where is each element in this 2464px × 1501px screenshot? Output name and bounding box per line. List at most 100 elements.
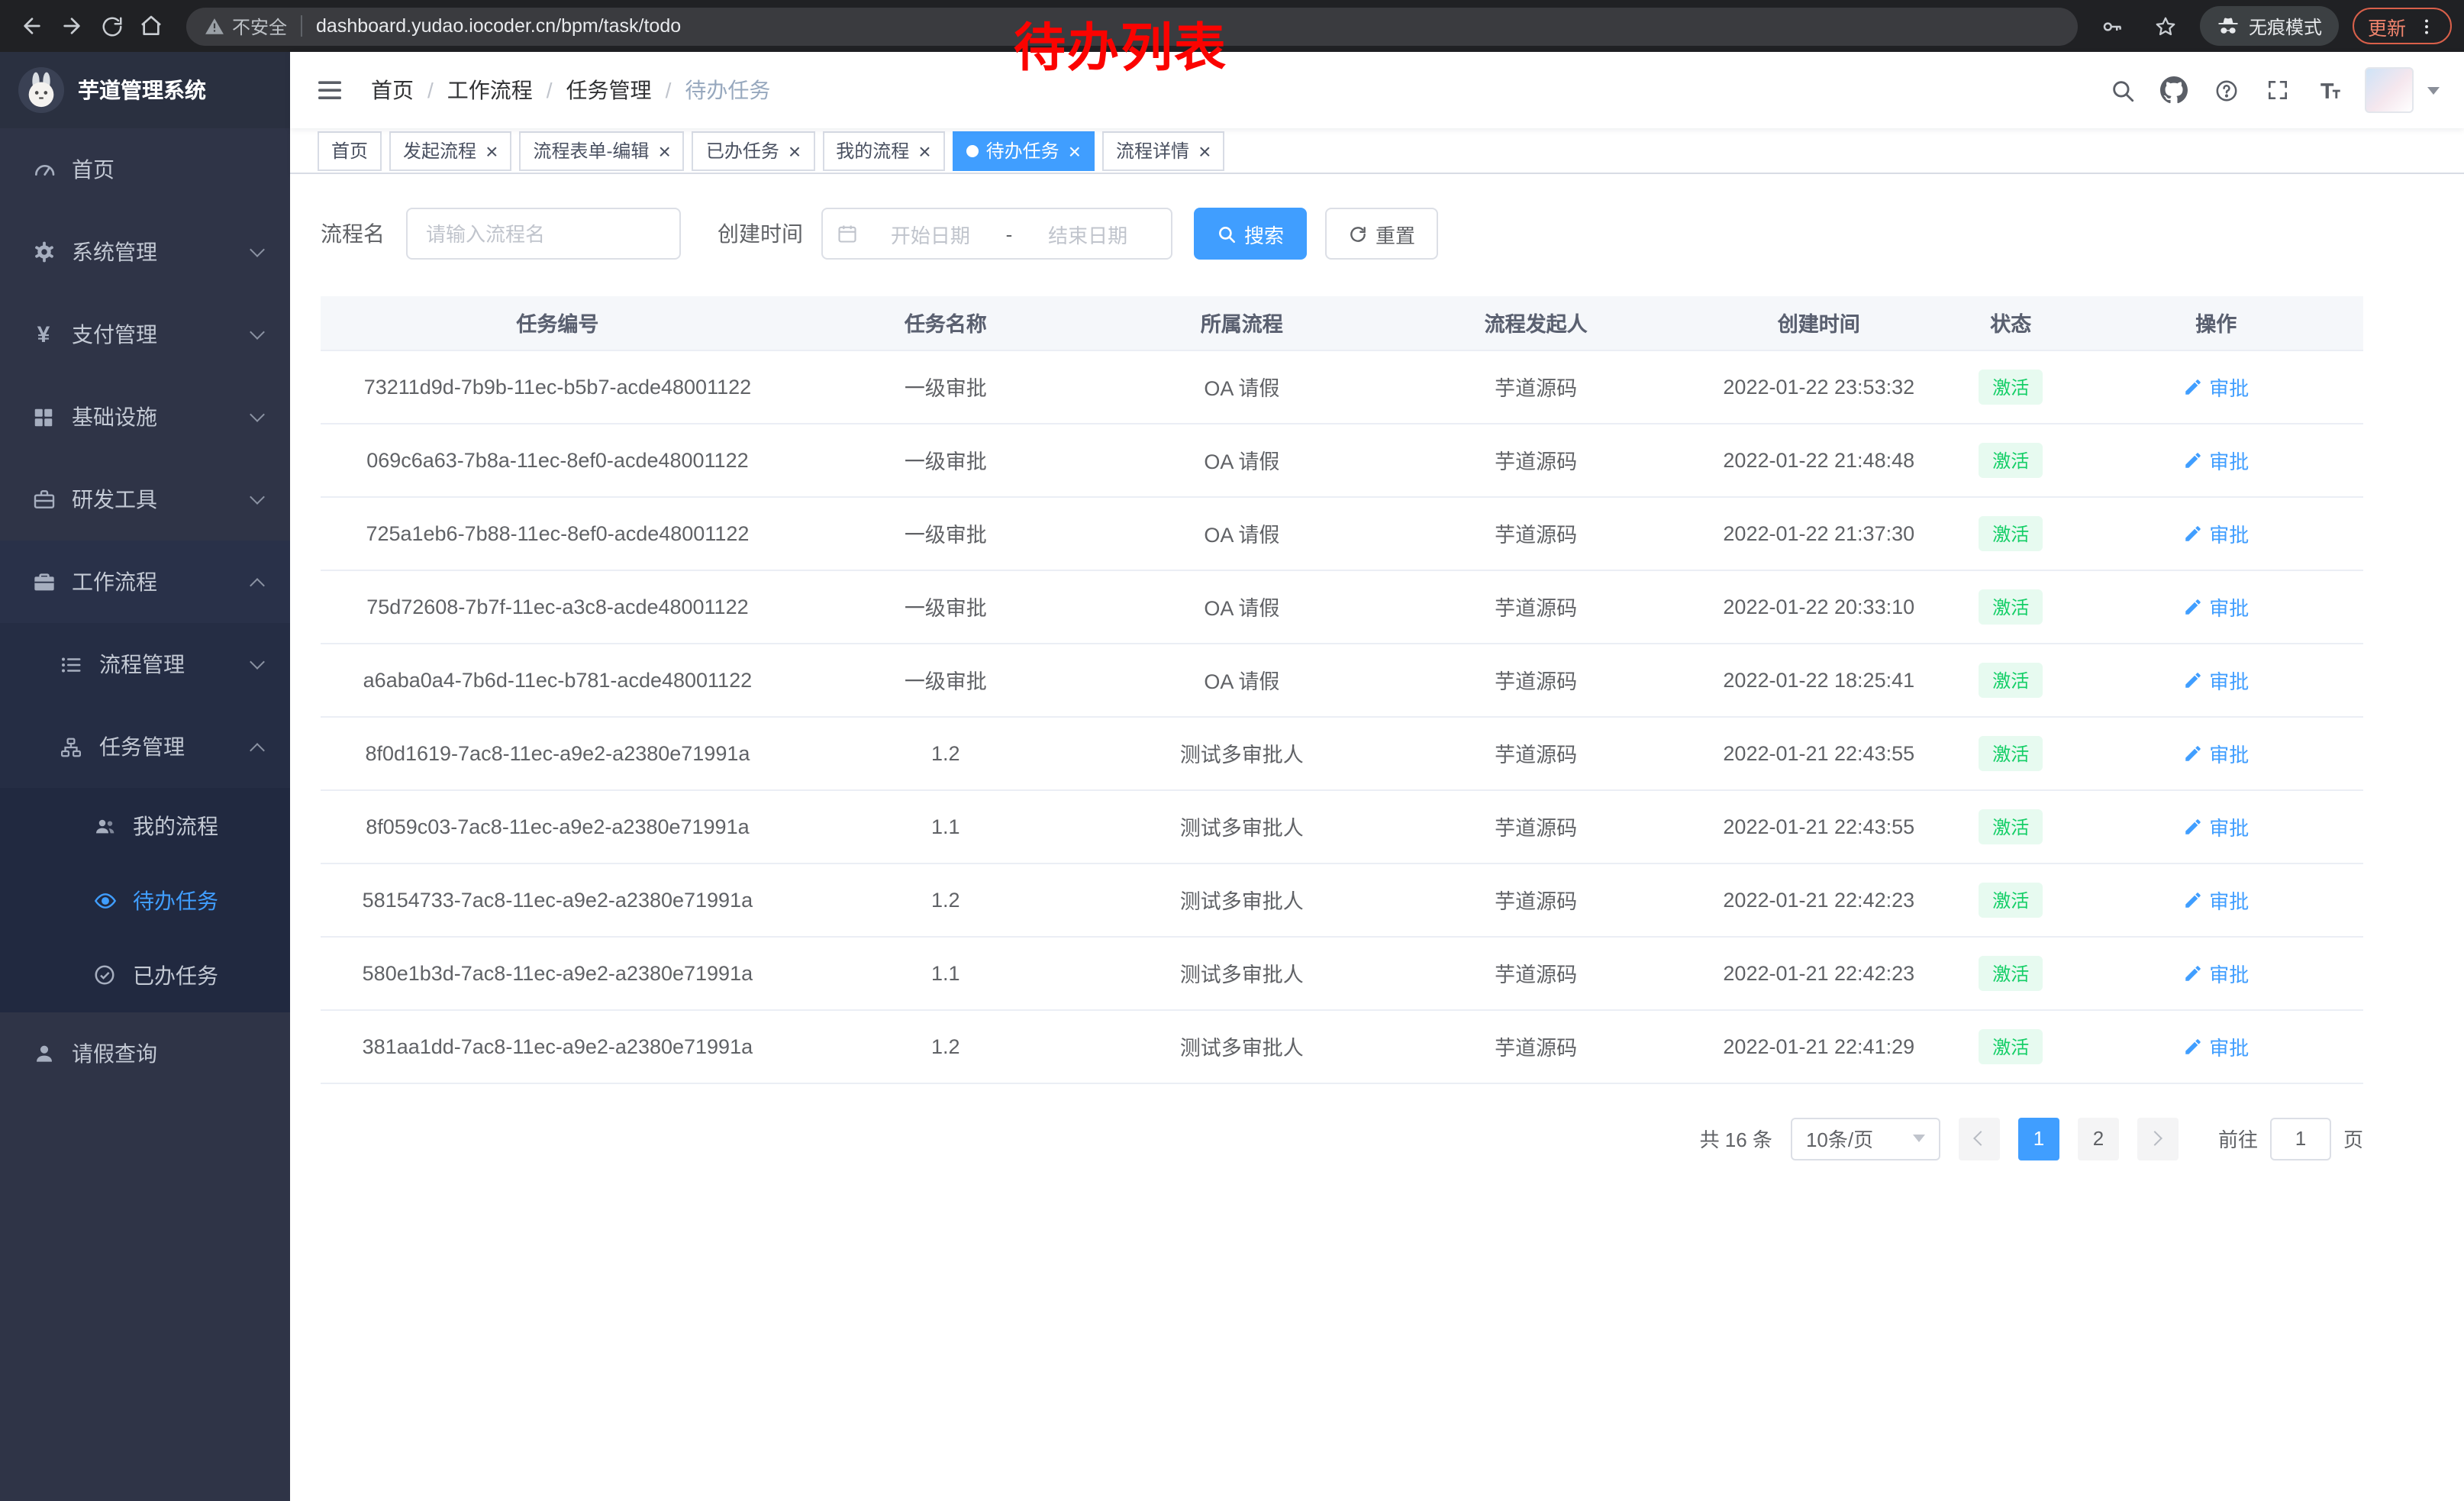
cell-task-name: 1.2 — [795, 863, 1097, 936]
tab[interactable]: 发起流程 × — [389, 131, 511, 170]
incognito-badge: 无痕模式 — [2200, 6, 2339, 46]
cell-actions: 审批 — [2069, 716, 2363, 789]
tab-close-icon[interactable]: × — [658, 140, 670, 161]
app-title: 芋道管理系统 — [78, 75, 206, 105]
refresh-icon — [1348, 224, 1368, 244]
approve-button[interactable]: 审批 — [2183, 1031, 2249, 1060]
tab[interactable]: 待办任务 × — [953, 131, 1095, 170]
page-button-1[interactable]: 1 — [2018, 1117, 2059, 1160]
sidebar-item-workflow[interactable]: 工作流程 — [0, 541, 290, 623]
browser-back-icon[interactable] — [12, 6, 52, 46]
sidebar-item-leave-query[interactable]: 请假查询 — [0, 1012, 290, 1095]
cell-task-id: 725a1eb6-7b88-11ec-8ef0-acde48001122 — [321, 496, 795, 570]
approve-label: 审批 — [2209, 445, 2249, 474]
cell-process: OA 请假 — [1097, 496, 1387, 570]
browser-update-button[interactable]: 更新 — [2353, 8, 2452, 44]
bookmark-star-icon[interactable] — [2146, 6, 2186, 46]
approve-button[interactable]: 审批 — [2183, 738, 2249, 767]
browser-forward-icon[interactable] — [52, 6, 92, 46]
col-actions: 操作 — [2069, 296, 2363, 350]
avatar-caret-icon[interactable] — [2427, 86, 2440, 94]
app-logo-bar[interactable]: 芋道管理系统 — [0, 52, 290, 128]
tab[interactable]: 已办任务 × — [692, 131, 814, 170]
create-time-range-picker[interactable]: 开始日期 - 结束日期 — [821, 208, 1172, 260]
sidebar-item-todo-tasks[interactable]: 待办任务 — [0, 863, 290, 938]
col-task-name: 任务名称 — [795, 296, 1097, 350]
approve-button[interactable]: 审批 — [2183, 665, 2249, 694]
page-size-select[interactable]: 10条/页 — [1791, 1117, 1940, 1160]
dashboard-icon — [31, 157, 56, 182]
hamburger-icon[interactable] — [314, 73, 348, 107]
browser-refresh-icon[interactable] — [92, 6, 131, 46]
cell-task-id: 58154733-7ac8-11ec-a9e2-a2380e71991a — [321, 863, 795, 936]
cell-create-time: 2022-01-21 22:41:29 — [1685, 1009, 1953, 1083]
tab[interactable]: 流程详情× — [1102, 131, 1224, 170]
prev-page-button[interactable] — [1959, 1117, 2000, 1160]
tab[interactable]: 我的流程× — [822, 131, 944, 170]
tab-close-icon[interactable]: × — [1198, 140, 1211, 161]
cell-create-time: 2022-01-22 21:48:48 — [1685, 423, 1953, 496]
cell-task-id: 381aa1dd-7ac8-11ec-a9e2-a2380e71991a — [321, 1009, 795, 1083]
cell-status: 激活 — [1953, 350, 2069, 423]
tab-close-icon[interactable]: × — [918, 140, 930, 161]
approve-button[interactable]: 审批 — [2183, 958, 2249, 987]
sidebar-item-label: 工作流程 — [72, 567, 237, 597]
breadcrumb-item[interactable]: 工作流程 — [447, 75, 533, 105]
cell-process: OA 请假 — [1097, 423, 1387, 496]
tab-close-icon[interactable]: × — [1069, 140, 1081, 161]
browser-chrome: 不安全 dashboard.yudao.iocoder.cn/bpm/task/… — [0, 0, 2464, 52]
breadcrumb-item[interactable]: 首页 — [371, 75, 414, 105]
github-icon[interactable] — [2151, 67, 2197, 113]
breadcrumb-item[interactable]: 任务管理 — [566, 75, 652, 105]
cell-create-time: 2022-01-22 21:37:30 — [1685, 496, 1953, 570]
tab-label: 待办任务 — [986, 137, 1059, 163]
sidebar-item-label: 首页 — [72, 154, 266, 185]
breadcrumb-separator: / — [547, 78, 553, 102]
next-page-button[interactable] — [2137, 1117, 2179, 1160]
tab-close-icon[interactable]: × — [789, 140, 801, 161]
reset-button[interactable]: 重置 — [1325, 208, 1438, 260]
cell-task-name: 1.2 — [795, 716, 1097, 789]
table-row: 725a1eb6-7b88-11ec-8ef0-acde48001122一级审批… — [321, 496, 2363, 570]
font-size-icon[interactable] — [2307, 67, 2353, 113]
approve-button[interactable]: 审批 — [2183, 518, 2249, 547]
tab-label: 发起流程 — [403, 137, 476, 163]
approve-button[interactable]: 审批 — [2183, 445, 2249, 474]
cell-task-id: 73211d9d-7b9b-11ec-b5b7-acde48001122 — [321, 350, 795, 423]
approve-button[interactable]: 审批 — [2183, 812, 2249, 841]
tab-label: 已办任务 — [706, 137, 779, 163]
help-icon[interactable] — [2203, 67, 2249, 113]
cell-create-time: 2022-01-22 18:25:41 — [1685, 643, 1953, 716]
sidebar-item-done-tasks[interactable]: 已办任务 — [0, 938, 290, 1012]
sidebar-item-dev-tools[interactable]: 研发工具 — [0, 458, 290, 541]
avatar[interactable] — [2365, 67, 2414, 113]
browser-menu-icon[interactable] — [2417, 16, 2437, 36]
sidebar-item-task-management[interactable]: 任务管理 — [0, 705, 290, 788]
search-icon[interactable] — [2099, 67, 2145, 113]
pagination: 共 16 条 10条/页 1 2 前往 页 — [321, 1117, 2363, 1160]
page-button-2[interactable]: 2 — [2078, 1117, 2119, 1160]
approve-label: 审批 — [2209, 592, 2249, 621]
sidebar-item-infrastructure[interactable]: 基础设施 — [0, 376, 290, 458]
breadcrumb-separator: / — [427, 78, 434, 102]
cell-process: 测试多审批人 — [1097, 789, 1387, 863]
browser-home-icon[interactable] — [131, 6, 171, 46]
sidebar-item-system-management[interactable]: 系统管理 — [0, 211, 290, 293]
sidebar-item-my-process[interactable]: 我的流程 — [0, 788, 290, 863]
sidebar-item-payment-management[interactable]: ¥ 支付管理 — [0, 293, 290, 376]
fullscreen-icon[interactable] — [2255, 67, 2301, 113]
password-key-icon[interactable] — [2093, 6, 2133, 46]
tab-close-icon[interactable]: × — [485, 140, 498, 161]
sidebar-item-home[interactable]: 首页 — [0, 128, 290, 211]
approve-button[interactable]: 审批 — [2183, 372, 2249, 401]
goto-page-input[interactable] — [2270, 1117, 2331, 1160]
sidebar-item-process-management[interactable]: 流程管理 — [0, 623, 290, 705]
cell-process: 测试多审批人 — [1097, 1009, 1387, 1083]
approve-button[interactable]: 审批 — [2183, 885, 2249, 914]
tab[interactable]: 流程表单-编辑× — [519, 131, 684, 170]
tab[interactable]: 首页 — [318, 131, 382, 170]
approve-button[interactable]: 审批 — [2183, 592, 2249, 621]
sidebar-menu: 首页 系统管理 ¥ 支付管理 基础设施 — [0, 128, 290, 1501]
search-button[interactable]: 搜索 — [1194, 208, 1307, 260]
process-name-input[interactable] — [406, 208, 681, 260]
